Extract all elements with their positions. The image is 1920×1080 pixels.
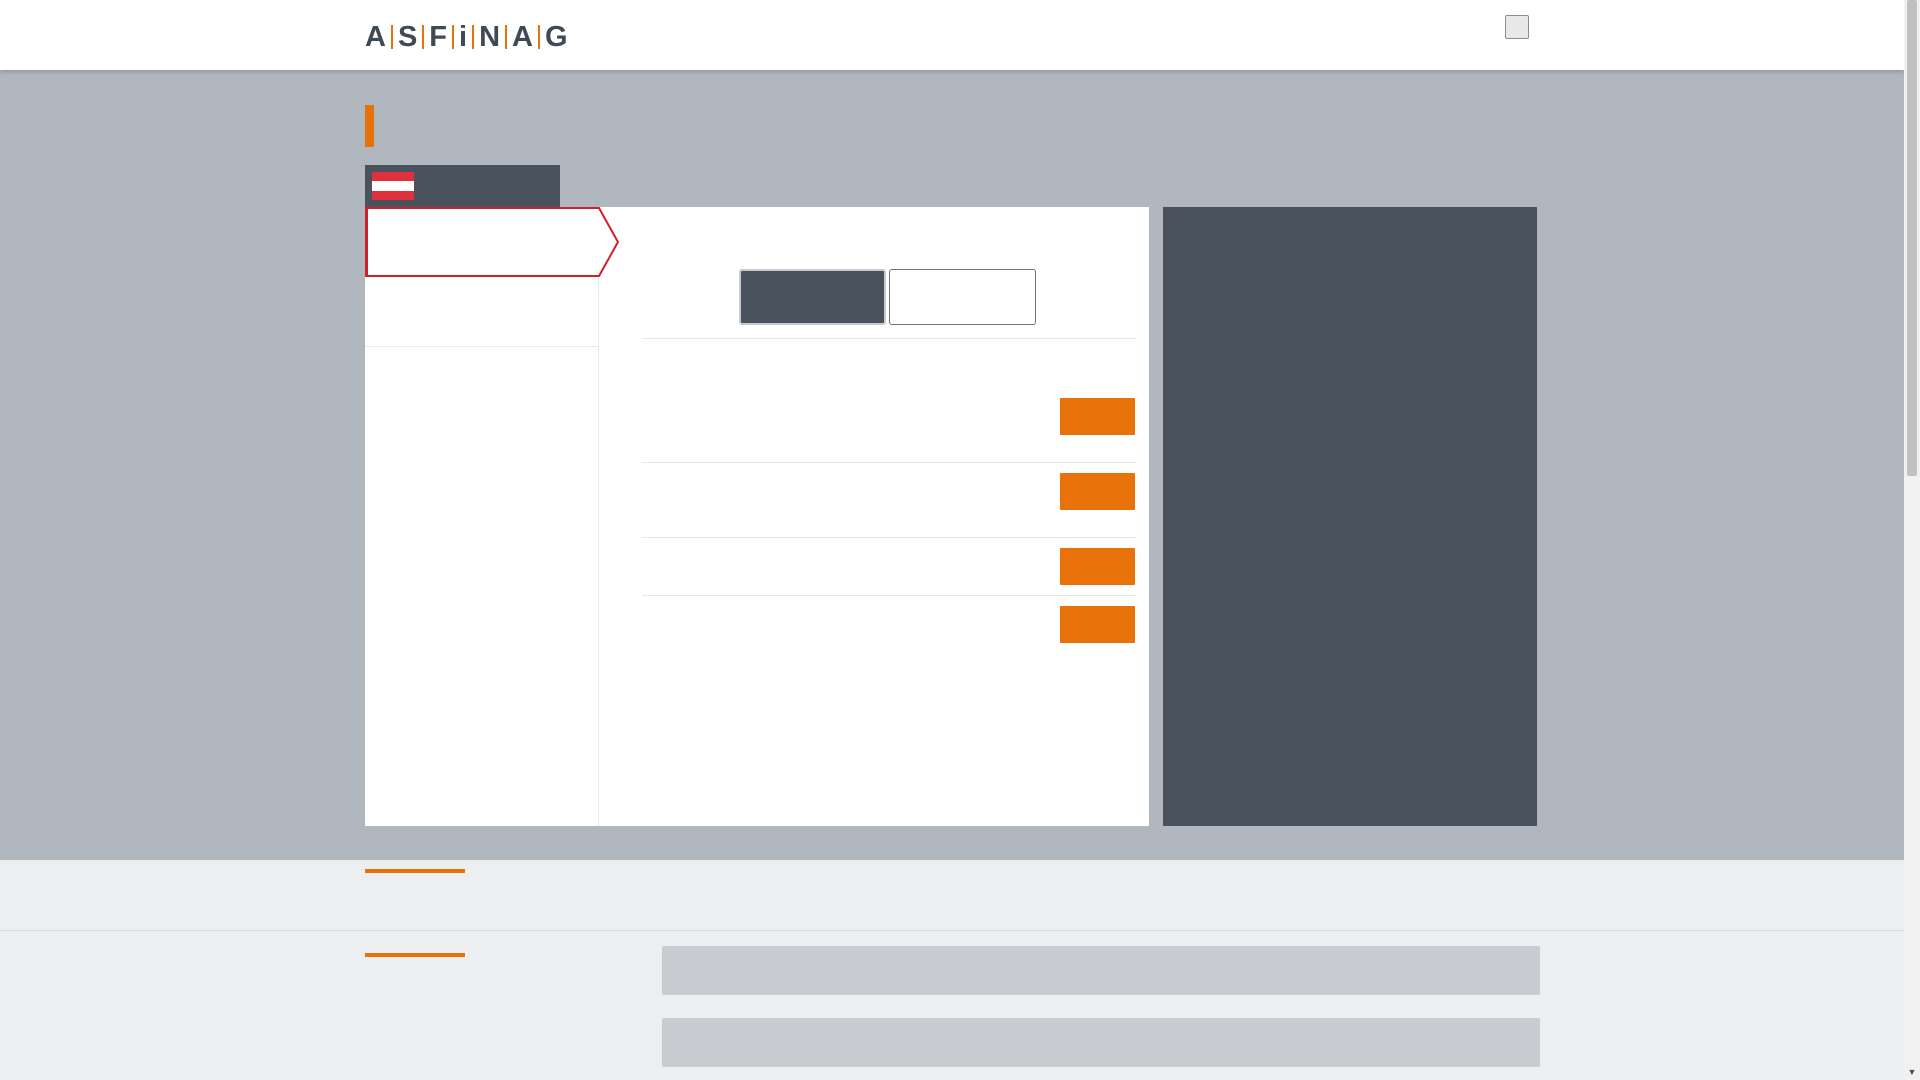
divider (642, 537, 1136, 538)
logo-letter: S (397, 20, 418, 53)
asfinag-logo[interactable]: ASFiNAG (365, 20, 568, 53)
logo-letter: A (512, 20, 533, 53)
menu-toggle-icon[interactable] (1505, 15, 1529, 39)
logo-separator (390, 25, 393, 49)
title-accent-bar (365, 105, 374, 147)
top-header: ASFiNAG (0, 0, 1904, 70)
footer-bar[interactable] (662, 1018, 1540, 1067)
logo-separator (537, 25, 540, 49)
footer-band (0, 860, 1904, 931)
divider (642, 462, 1136, 463)
logo-separator (452, 25, 455, 49)
toggle-option-a[interactable] (739, 269, 886, 325)
logo-letter: i (459, 20, 468, 53)
section-accent-line (365, 953, 465, 957)
logo-separator (472, 25, 475, 49)
nav-item-active[interactable] (365, 207, 619, 277)
logo-letter: G (544, 20, 568, 53)
scroll-down-arrow-icon[interactable]: ▼ (1904, 1064, 1920, 1080)
logo-separator (505, 25, 508, 49)
section-accent-line (365, 869, 465, 873)
toggle-option-b[interactable] (889, 269, 1036, 325)
logo-letter: F (429, 20, 448, 53)
scrollbar-thumb[interactable] (1907, 0, 1917, 476)
footer-bar[interactable] (662, 946, 1540, 995)
info-panel (1163, 207, 1537, 826)
nav-item[interactable] (365, 277, 599, 347)
toggle-group (739, 269, 1039, 325)
logo-letter: N (479, 20, 501, 53)
row-action-button[interactable] (1060, 548, 1135, 585)
row-action-button[interactable] (1060, 473, 1135, 510)
austria-flag-icon (372, 172, 414, 200)
logo-letter: A (365, 20, 386, 53)
country-tab[interactable] (365, 165, 560, 207)
divider (642, 595, 1136, 596)
logo-separator (422, 25, 425, 49)
main-card (365, 207, 1149, 826)
divider (642, 338, 1136, 339)
row-action-button[interactable] (1060, 398, 1135, 435)
active-nav-outline (365, 207, 619, 277)
row-action-button[interactable] (1060, 606, 1135, 643)
